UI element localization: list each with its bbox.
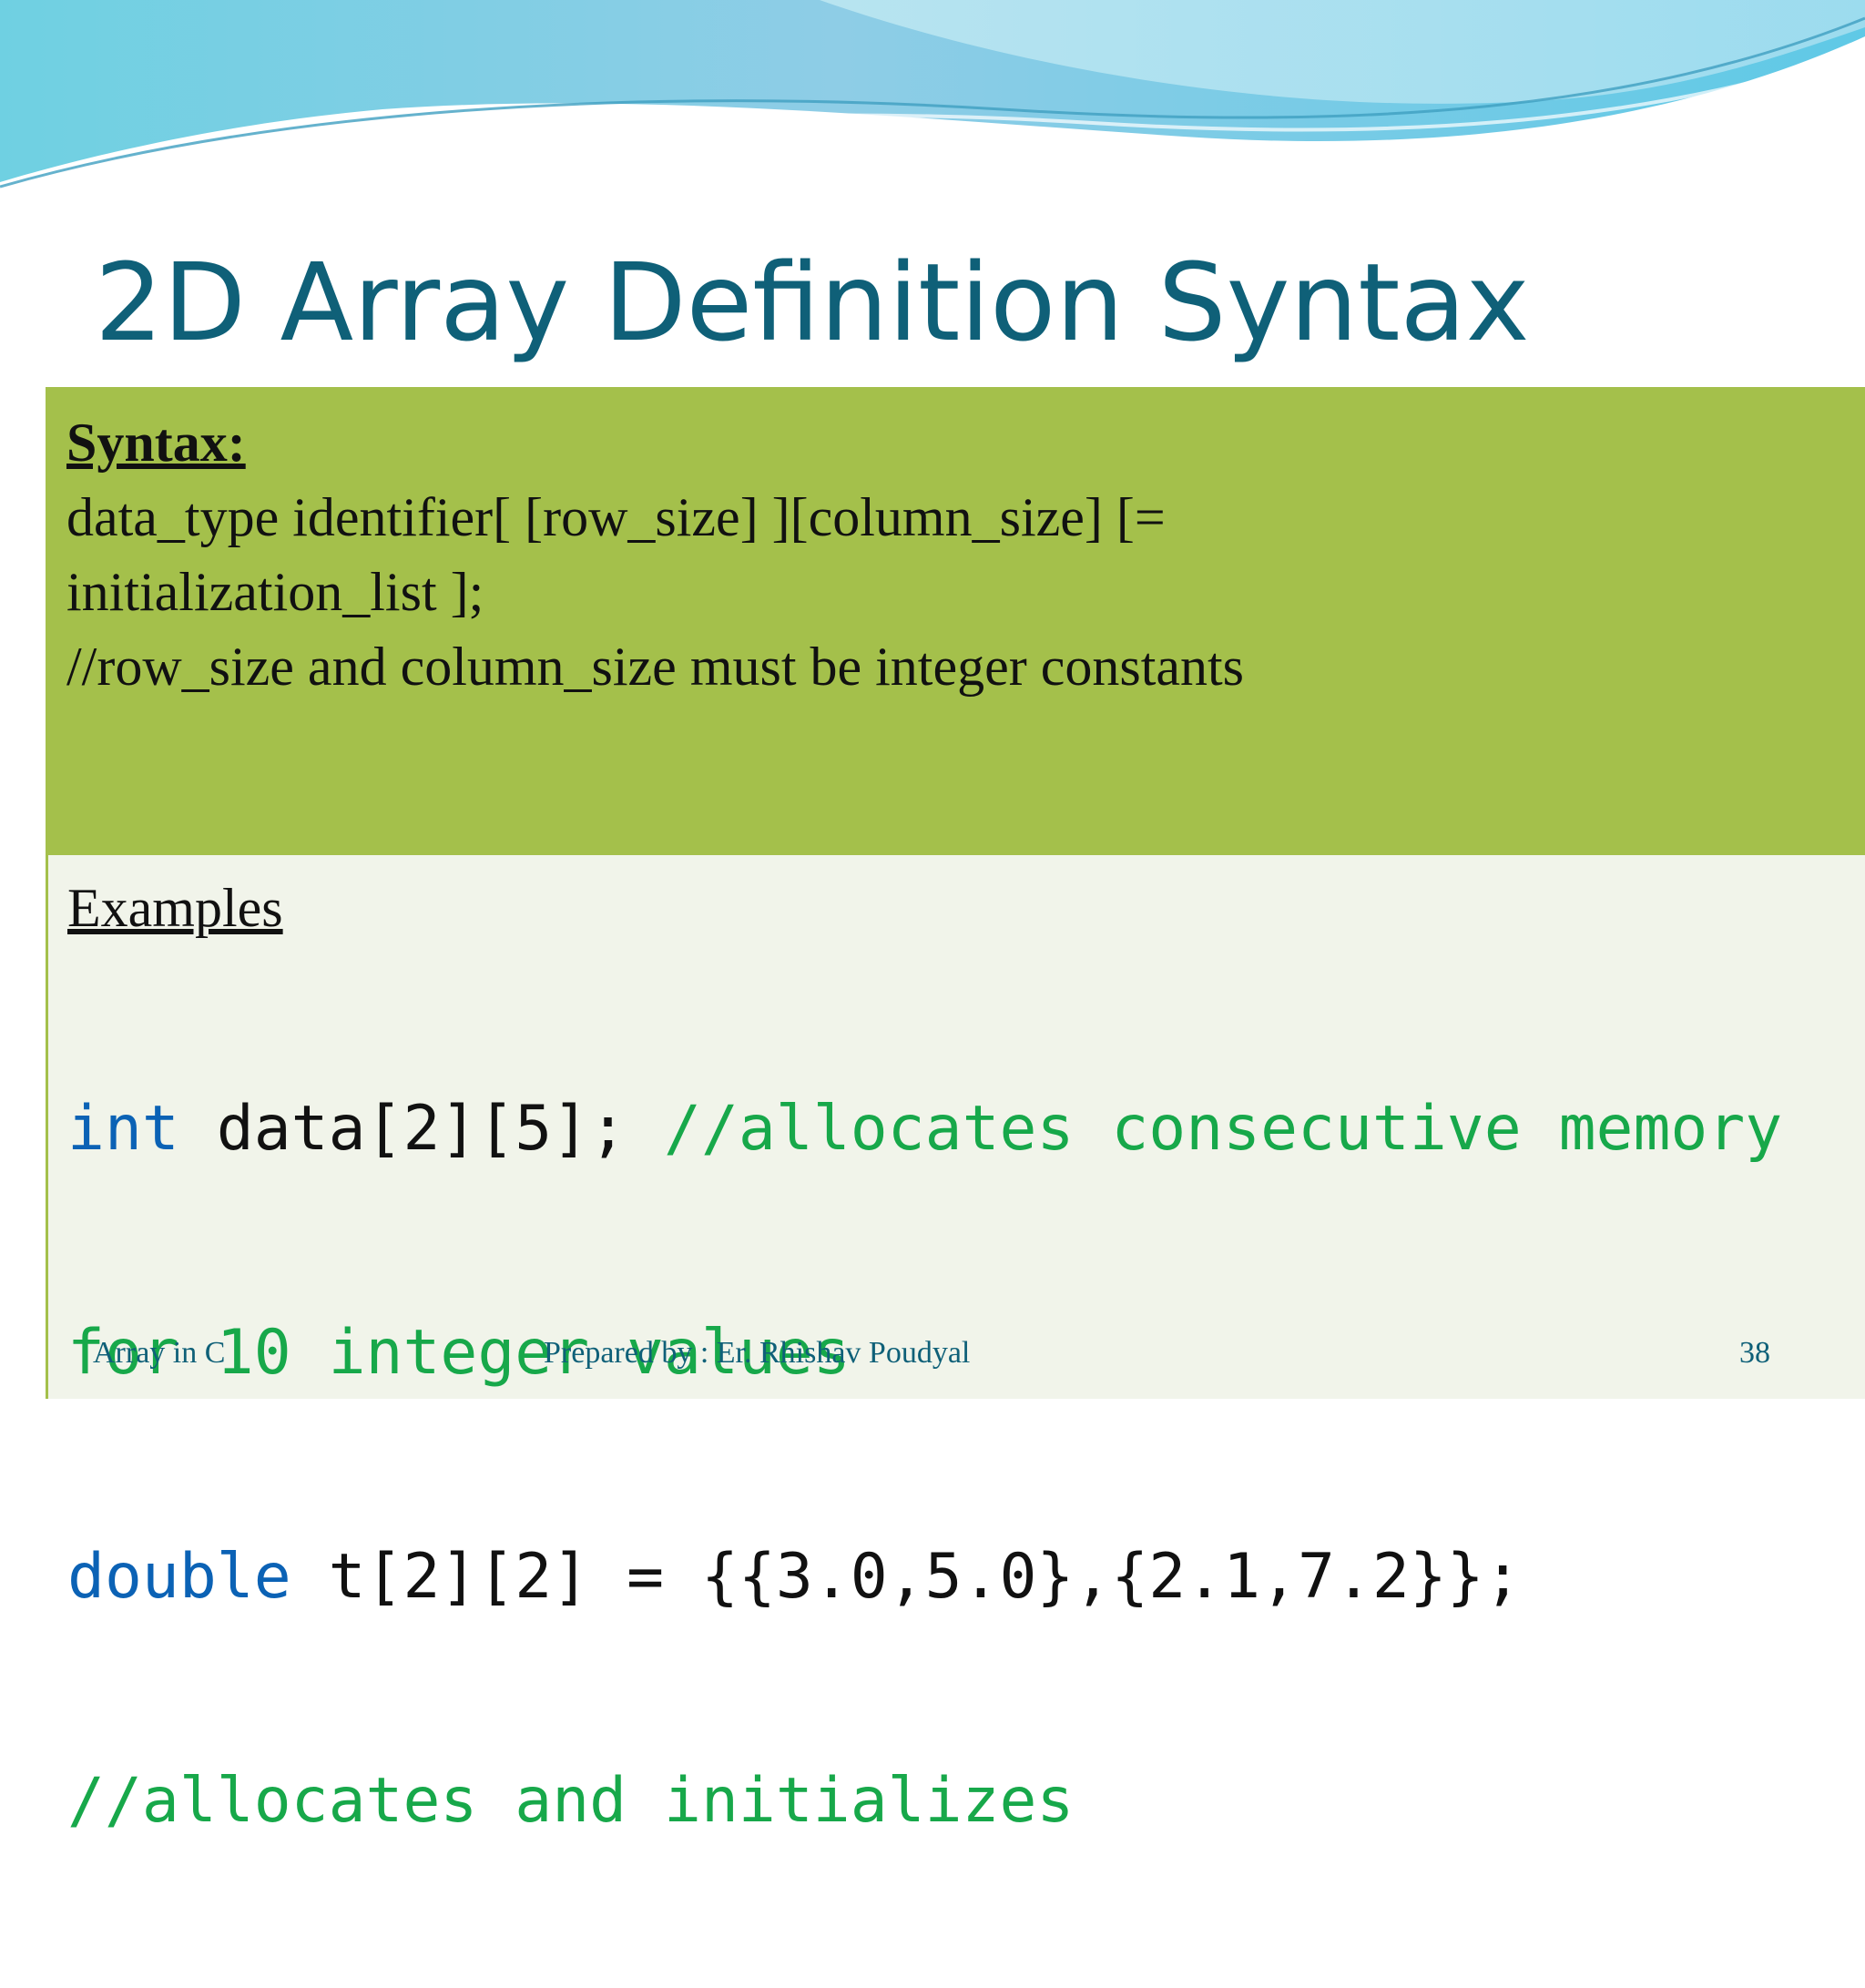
examples-heading: Examples	[67, 878, 283, 938]
syntax-line: data_type identifier[ [row_size] ][colum…	[66, 487, 1166, 547]
code-keyword: int	[67, 1093, 179, 1165]
syntax-comment-line: //row_size and column_size must be integ…	[66, 637, 1245, 697]
code-line: //allocates and initializes	[67, 1764, 1782, 1839]
code-line: double t[2][2] = {{3.0,5.0},{2.1,7.2}};	[67, 1540, 1782, 1615]
syntax-line: initialization_list ];	[66, 562, 484, 622]
slide-number: 38	[1739, 1336, 1770, 1370]
syntax-content: Syntax: data_type identifier[ [row_size]…	[66, 405, 1615, 704]
header-wave-decoration	[0, 0, 1865, 207]
code-statement: t[2][2] = {{3.0,5.0},{2.1,7.2}};	[290, 1541, 1522, 1613]
footer-topic: Array in C	[93, 1336, 226, 1370]
syntax-panel: Syntax: data_type identifier[ [row_size]…	[46, 387, 1865, 855]
code-statement: data[2][5];	[178, 1093, 665, 1165]
code-block: int data[2][5]; //allocates consecutive …	[67, 943, 1782, 1988]
slide-title: 2D Array Definition Syntax	[95, 240, 1530, 365]
examples-panel: Examples int data[2][5]; //allocates con…	[46, 855, 1865, 1837]
code-keyword: double	[67, 1541, 291, 1613]
syntax-heading: Syntax:	[66, 413, 246, 473]
code-comment: //allocates consecutive memory	[664, 1093, 1783, 1165]
code-line: int data[2][5]; //allocates consecutive …	[67, 1092, 1782, 1167]
footer-author: Prepared by : Er. Rhishav Poudyal	[544, 1336, 971, 1370]
code-comment: //allocates and initializes	[67, 1765, 1075, 1837]
